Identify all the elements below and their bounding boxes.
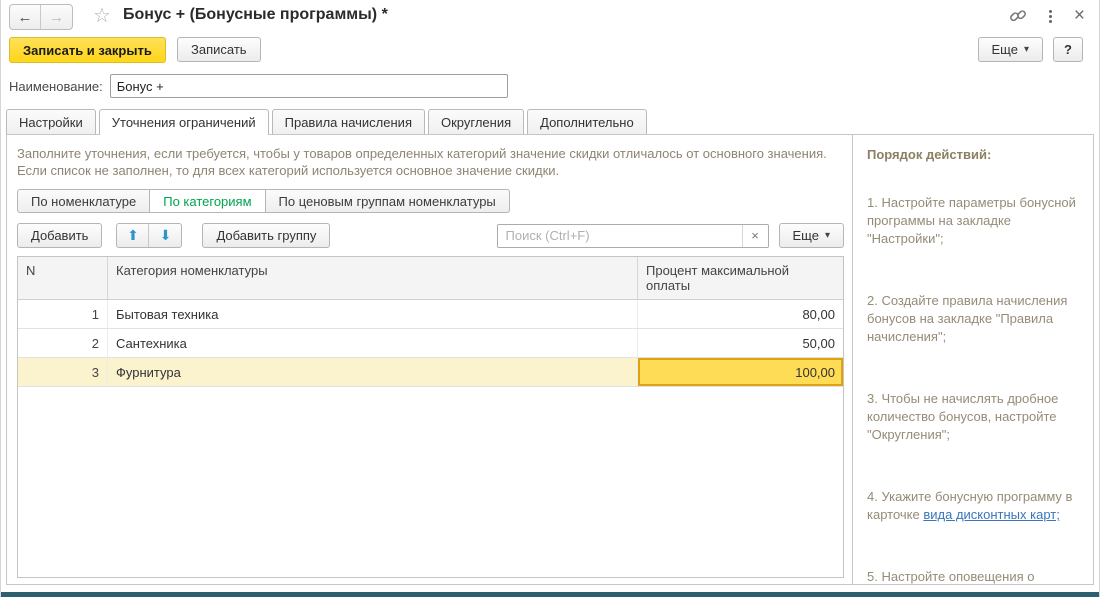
window-header: ← → ☆ Бонус + (Бонусные программы) * × xyxy=(1,0,1099,32)
table-header-row: N Категория номенклатуры Процент максима… xyxy=(18,257,843,300)
percent-cell[interactable]: 50,00 xyxy=(638,329,843,357)
history-nav: ← → xyxy=(9,4,73,30)
close-icon[interactable]: × xyxy=(1074,6,1085,26)
subtab-by-price-groups[interactable]: По ценовым группам номенклатуры xyxy=(265,189,510,213)
forward-icon: → xyxy=(49,9,64,26)
page-title: Бонус + (Бонусные программы) * xyxy=(123,6,388,24)
more-button-top[interactable]: Еще xyxy=(978,37,1043,62)
window-bottom-edge xyxy=(1,592,1099,597)
action-order-panel: Порядок действий: 1. Настройте параметры… xyxy=(853,135,1093,584)
name-label: Наименование: xyxy=(9,79,103,94)
panel-title: Порядок действий: xyxy=(867,147,1077,162)
row-number: 1 xyxy=(18,300,108,328)
more-menu-icon[interactable] xyxy=(1049,6,1052,26)
step-4: 4. Укажите бонусную программу в карточке… xyxy=(867,488,1077,524)
favorite-star-icon[interactable]: ☆ xyxy=(93,4,111,28)
category-cell[interactable]: Фурнитура xyxy=(108,358,638,386)
add-group-button[interactable]: Добавить группу xyxy=(202,223,330,248)
step-5: 5. Настройте оповещения о начислениях и … xyxy=(867,568,1077,584)
hint-text: Заполните уточнения, если требуется, что… xyxy=(17,145,844,179)
column-header-percent[interactable]: Процент максимальной оплаты xyxy=(638,257,843,299)
category-cell[interactable]: Бытовая техника xyxy=(108,300,638,328)
step-1: 1. Настройте параметры бонусной программ… xyxy=(867,194,1077,248)
category-cell[interactable]: Сантехника xyxy=(108,329,638,357)
table-row-selected[interactable]: 3 Фурнитура 100,00 xyxy=(18,358,843,387)
tab-restriction-refinements[interactable]: Уточнения ограничений xyxy=(99,109,269,135)
grid-command-bar: Добавить ⬆ ⬇ Добавить группу × Еще xyxy=(17,223,844,248)
subtab-by-categories[interactable]: По категориям xyxy=(149,189,265,213)
step-1-text: 1. Настройте параметры бонусной программ… xyxy=(867,195,1076,246)
back-button[interactable]: ← xyxy=(10,5,41,29)
tab-additional[interactable]: Дополнительно xyxy=(527,109,647,134)
column-header-n[interactable]: N xyxy=(18,257,108,299)
tab-rounding[interactable]: Округления xyxy=(428,109,524,134)
add-button[interactable]: Добавить xyxy=(17,223,102,248)
search-input[interactable] xyxy=(498,225,742,247)
forward-button[interactable]: → xyxy=(41,5,72,29)
step-2-text: 2. Создайте правила начисления бонусов н… xyxy=(867,293,1067,344)
discount-card-type-link[interactable]: вида дисконтных карт; xyxy=(923,507,1060,522)
table-empty-area xyxy=(18,387,843,577)
hint-line-2: Если список не заполнен, то для всех кат… xyxy=(17,162,844,179)
save-button[interactable]: Записать xyxy=(177,37,261,62)
more-button-grid[interactable]: Еще xyxy=(779,223,844,248)
name-input[interactable] xyxy=(110,74,508,98)
save-and-close-button[interactable]: Записать и закрыть xyxy=(9,37,166,63)
search-clear-icon[interactable]: × xyxy=(742,225,768,247)
hint-line-1: Заполните уточнения, если требуется, что… xyxy=(17,145,844,162)
tab-settings[interactable]: Настройки xyxy=(6,109,96,134)
search-box: × xyxy=(497,224,769,248)
percent-cell[interactable]: 80,00 xyxy=(638,300,843,328)
step-3-text: 3. Чтобы не начислять дробное количество… xyxy=(867,391,1058,442)
main-pane: Заполните уточнения, если требуется, что… xyxy=(7,135,853,584)
move-up-icon[interactable]: ⬆ xyxy=(117,224,149,247)
subtab-by-nomenclature[interactable]: По номенклатуре xyxy=(17,189,150,213)
link-icon[interactable] xyxy=(1009,6,1027,26)
step-2: 2. Создайте правила начисления бонусов н… xyxy=(867,292,1077,346)
tab-content: Заполните уточнения, если требуется, что… xyxy=(6,134,1094,585)
table-row[interactable]: 1 Бытовая техника 80,00 xyxy=(18,300,843,329)
tab-accrual-rules[interactable]: Правила начисления xyxy=(272,109,425,134)
back-icon: ← xyxy=(18,9,33,26)
refinement-type-switch: По номенклатуре По категориям По ценовым… xyxy=(17,189,510,213)
name-field-row: Наименование: xyxy=(9,73,508,99)
form-command-bar: Записать и закрыть Записать Еще ? xyxy=(1,34,1099,66)
move-buttons: ⬆ ⬇ xyxy=(116,223,182,248)
row-number: 2 xyxy=(18,329,108,357)
step-5-text: 5. Настройте оповещения о начислениях и … xyxy=(867,569,1035,584)
move-down-icon[interactable]: ⬇ xyxy=(149,224,181,247)
table-row[interactable]: 2 Сантехника 50,00 xyxy=(18,329,843,358)
tab-bar: Настройки Уточнения ограничений Правила … xyxy=(6,109,647,134)
header-icons: × xyxy=(1009,6,1085,26)
help-button[interactable]: ? xyxy=(1053,37,1083,62)
column-header-category[interactable]: Категория номенклатуры xyxy=(108,257,638,299)
bonus-program-window: ← → ☆ Бонус + (Бонусные программы) * × З… xyxy=(0,0,1100,597)
step-3: 3. Чтобы не начислять дробное количество… xyxy=(867,390,1077,444)
categories-table: N Категория номенклатуры Процент максима… xyxy=(17,256,844,578)
row-number: 3 xyxy=(18,358,108,386)
percent-cell-active[interactable]: 100,00 xyxy=(638,358,843,386)
